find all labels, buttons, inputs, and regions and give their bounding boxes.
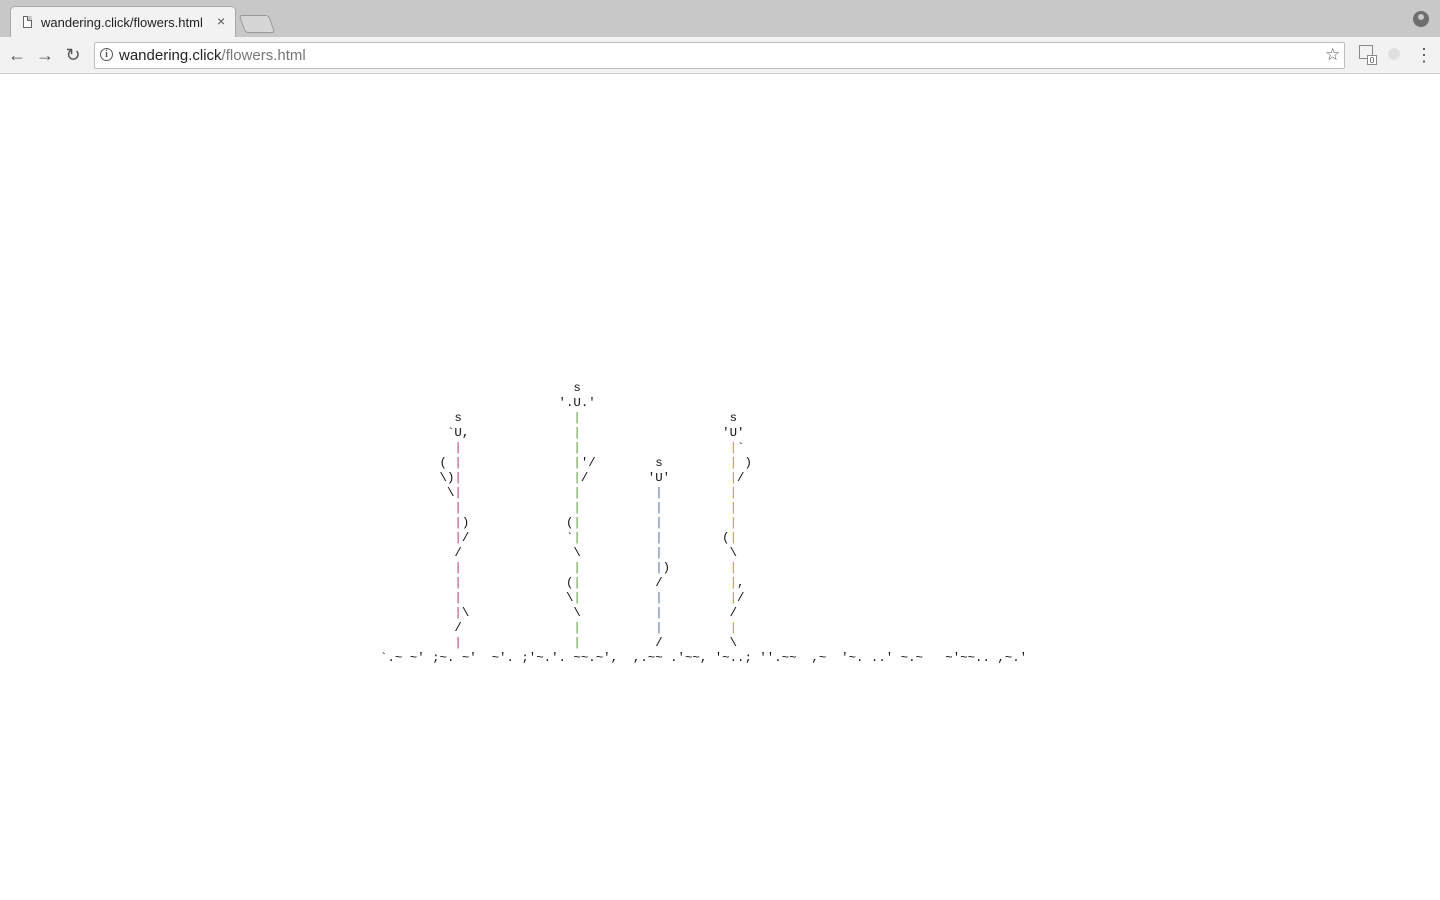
garden-line: | | | |	[454, 501, 737, 515]
extension-icon-2[interactable]	[1388, 48, 1400, 60]
garden-line: |) (| | |	[454, 516, 737, 530]
garden-line: s | s	[454, 411, 737, 425]
garden-line: s	[573, 381, 581, 395]
menu-icon[interactable]: ⋮	[1415, 45, 1433, 65]
forward-icon[interactable]: →	[35, 45, 55, 65]
address-bar[interactable]: i wandering.click/flowers.html ☆	[94, 42, 1345, 69]
tab-title: wandering.click/flowers.html	[41, 15, 203, 30]
garden-line: / | | |	[454, 621, 737, 635]
page-content: s '.U.' s | s `U, | 'U' | | |` ( | |'/ s…	[0, 74, 1440, 900]
garden-line: | | |) |	[454, 561, 737, 575]
page-icon	[23, 16, 32, 28]
garden-line: |/ `| | (|	[454, 531, 737, 545]
tab-strip: wandering.click/flowers.html ×	[0, 0, 1440, 37]
url-text: wandering.click/flowers.html	[119, 47, 306, 64]
garden-line: \| | | |	[446, 486, 737, 500]
new-tab-icon[interactable]	[238, 15, 276, 33]
garden-line: ( | |'/ s | )	[439, 456, 752, 470]
garden-line: '.U.'	[558, 396, 596, 410]
close-icon[interactable]: ×	[217, 13, 225, 29]
garden-line: \)| |/ 'U' |/	[439, 471, 745, 485]
garden-line: |\ \ | /	[454, 606, 737, 620]
extension-badge: 0	[1367, 55, 1377, 65]
garden-line: / \ | \	[454, 546, 737, 560]
garden-line: | | / \	[454, 636, 737, 650]
profile-icon[interactable]	[1413, 11, 1429, 27]
garden-line: `.~ ~' ;~. ~' ~'. ;'~.'. ~~.~', ,.~~ .'~…	[380, 651, 1028, 665]
info-icon[interactable]: i	[100, 48, 113, 61]
url-path: /flowers.html	[221, 47, 306, 64]
browser-toolbar: ← → ↻ i wandering.click/flowers.html ☆ 0…	[0, 37, 1440, 74]
ascii-flower-garden: s '.U.' s | s `U, | 'U' | | |` ( | |'/ s…	[380, 381, 1027, 666]
reload-icon[interactable]: ↻	[63, 45, 83, 65]
garden-line: `U, | 'U'	[446, 426, 745, 440]
garden-line: | | |`	[454, 441, 745, 455]
back-icon[interactable]: ←	[7, 45, 27, 65]
browser-tab[interactable]: wandering.click/flowers.html ×	[10, 6, 236, 37]
star-icon[interactable]: ☆	[1325, 45, 1340, 65]
garden-line: | \| | |/	[454, 591, 745, 605]
url-host: wandering.click	[119, 47, 222, 64]
garden-line: | (| / |,	[454, 576, 745, 590]
